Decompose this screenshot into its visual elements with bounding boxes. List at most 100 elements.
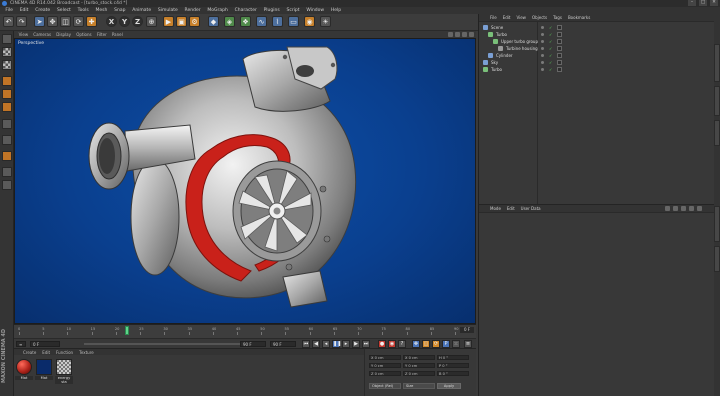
viewport-menu-panel[interactable]: Panel (109, 31, 125, 38)
autokeying-icon[interactable]: ◉ (388, 340, 396, 348)
enabled-check-icon[interactable]: ✓ (549, 26, 552, 30)
points-mode-icon[interactable] (2, 76, 12, 86)
material-swatch-blue[interactable] (36, 359, 52, 375)
viewport-menu-view[interactable]: View (16, 31, 31, 38)
objects-menu-objects[interactable]: Objects (529, 15, 550, 20)
close-button[interactable]: ✕ (710, 0, 718, 6)
viewport-zoom-icon[interactable] (455, 32, 460, 37)
enabled-check-icon[interactable]: ✓ (549, 33, 552, 37)
rotation-key-icon[interactable]: ⟳ (432, 340, 440, 348)
viewport-menu-display[interactable]: Display (54, 31, 74, 38)
deformer-icon[interactable]: ⌇ (272, 16, 283, 27)
go-to-start-icon[interactable]: ⏮ (302, 340, 310, 348)
workplane-icon[interactable] (2, 167, 12, 177)
menu-plugins[interactable]: Plugins (260, 7, 283, 14)
snapping-icon[interactable] (2, 151, 12, 161)
render-settings-icon[interactable]: ⚙ (189, 16, 200, 27)
start-frame-field[interactable]: ≡ (16, 341, 26, 347)
content-browser-tab[interactable] (714, 86, 720, 116)
minimize-button[interactable]: – (688, 0, 696, 6)
objects-menu-edit[interactable]: Edit (500, 15, 514, 20)
edges-mode-icon[interactable] (2, 89, 12, 99)
menu-script[interactable]: Script (283, 7, 303, 14)
size-mode-dropdown[interactable]: Size (403, 383, 435, 389)
timeline-ruler[interactable]: 0 5 10 15 20 25 30 35 40 45 50 55 60 65 70 75 80 85 90 0 F (14, 324, 476, 338)
undo-icon[interactable]: ↶ (3, 16, 14, 27)
material-menu-function[interactable]: Function (53, 350, 76, 355)
axis-y-button[interactable]: Y (119, 16, 130, 27)
preview-end-field[interactable]: 90 F (240, 341, 266, 347)
viewport-rotate-icon[interactable] (462, 32, 467, 37)
position-key-icon[interactable]: ✥ (412, 340, 420, 348)
viewport-maximize-icon[interactable] (469, 32, 474, 37)
rotation-b-field[interactable]: B 0 ° (437, 371, 469, 376)
cube-icon[interactable]: ◆ (208, 16, 219, 27)
enabled-check-icon[interactable]: ✓ (549, 61, 552, 65)
perspective-viewport[interactable]: Perspective (14, 38, 476, 324)
object-row[interactable]: Cylinder ✓ (479, 52, 719, 59)
recent-tools-icon[interactable]: ✚ (86, 16, 97, 27)
structure-tab[interactable] (714, 120, 720, 146)
layers-tab[interactable] (714, 246, 720, 272)
previous-key-icon[interactable]: ◀ (312, 340, 320, 348)
size-z-field[interactable]: Z 0 cm (403, 371, 435, 376)
menu-snap[interactable]: Snap (111, 7, 129, 14)
timeline-menu-icon[interactable]: ≡ (464, 340, 472, 348)
menu-character[interactable]: Character (231, 7, 260, 14)
rotate-tool-icon[interactable]: ⟳ (73, 16, 84, 27)
viewport-menu-options[interactable]: Options (74, 31, 95, 38)
locked-workplane-icon[interactable] (2, 180, 12, 190)
apply-button[interactable]: Apply (437, 383, 461, 389)
move-tool-icon[interactable]: ✥ (47, 16, 58, 27)
attributes-menu-mode[interactable]: Mode (487, 206, 504, 211)
size-x-field[interactable]: X 0 cm (403, 355, 435, 360)
menu-help[interactable]: Help (327, 7, 344, 14)
size-y-field[interactable]: Y 0 cm (403, 363, 435, 368)
object-tag-icon[interactable] (557, 25, 562, 30)
previous-frame-icon[interactable]: ◂ (322, 340, 330, 348)
spline-icon[interactable]: ∿ (256, 16, 267, 27)
position-z-field[interactable]: Z 0 cm (369, 371, 401, 376)
timeline-playhead[interactable] (124, 326, 129, 335)
lock-icon[interactable] (689, 206, 694, 211)
back-arrow-icon[interactable] (665, 206, 670, 211)
menu-animate[interactable]: Animate (129, 7, 155, 14)
object-row[interactable]: Sky ✓ (479, 59, 719, 66)
objects-menu-file[interactable]: File (487, 15, 500, 20)
floor-icon[interactable]: ▭ (288, 16, 299, 27)
object-row[interactable]: Turbine housing ✓ (479, 45, 719, 52)
object-row[interactable]: Turbo ✓ (479, 31, 719, 38)
redo-icon[interactable]: ↷ (16, 16, 27, 27)
visibility-dot-icon[interactable] (541, 54, 544, 57)
up-arrow-icon[interactable] (673, 206, 678, 211)
object-tag-icon[interactable] (557, 53, 562, 58)
texture-axis-icon[interactable] (2, 60, 12, 70)
visibility-dot-icon[interactable] (541, 61, 544, 64)
play-pause-icon[interactable]: ❚❚ (332, 340, 341, 348)
keyframe-selection-icon[interactable]: ? (398, 340, 406, 348)
render-picture-viewer-icon[interactable]: ▣ (176, 16, 187, 27)
menu-mograph[interactable]: MoGraph (204, 7, 231, 14)
next-key-icon[interactable]: ▶ (352, 340, 360, 348)
menu-mesh[interactable]: Mesh (92, 7, 111, 14)
preview-range-slider[interactable] (84, 343, 250, 345)
attributes-menu-edit[interactable]: Edit (504, 206, 518, 211)
render-view-icon[interactable]: ▶ (163, 16, 174, 27)
go-to-end-icon[interactable]: ⏭ (362, 340, 370, 348)
coordinate-system-icon[interactable]: ⊕ (146, 16, 157, 27)
attributes-menu-user-data[interactable]: User Data (518, 206, 544, 211)
make-editable-icon[interactable] (2, 34, 12, 44)
material-swatch-red[interactable] (16, 359, 32, 375)
camera-icon[interactable]: ◉ (304, 16, 315, 27)
menu-tools[interactable]: Tools (74, 7, 92, 14)
live-selection-icon[interactable]: ➤ (34, 16, 45, 27)
material-menu-texture[interactable]: Texture (76, 350, 97, 355)
attributes-tab[interactable] (714, 206, 720, 242)
scale-tool-icon[interactable]: ◫ (60, 16, 71, 27)
search-icon[interactable] (681, 206, 686, 211)
material-swatch-checker[interactable] (56, 359, 72, 375)
texture-mode-icon[interactable] (2, 47, 12, 57)
object-tag-icon[interactable] (557, 32, 562, 37)
menu-create[interactable]: Create (32, 7, 54, 14)
visibility-dot-icon[interactable] (541, 40, 544, 43)
